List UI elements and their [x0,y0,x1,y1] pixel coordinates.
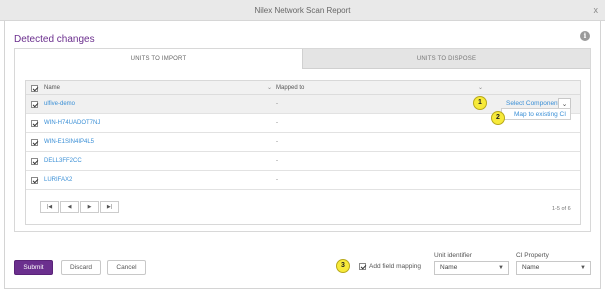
table-row[interactable]: LURIFAX2 - [26,171,580,190]
callout-badge-2: 2 [491,111,505,125]
unit-name-link[interactable]: WIN-H74UADOT7NJ [44,120,100,126]
table-row[interactable]: DELL3FF2CC - [26,152,580,171]
tab-bar: UNITS TO IMPORT UNITS TO DISPOSE [15,49,590,69]
ci-property-select[interactable]: Name ▼ [516,261,591,275]
unit-name-link[interactable]: LURIFAX2 [44,177,72,183]
ci-property-value: Name [522,264,540,271]
pager-next-button[interactable]: ▶ [80,201,99,213]
unit-identifier-select[interactable]: Name ▼ [434,261,509,275]
map-to-existing-ci-option[interactable]: Map to existing CI [501,108,571,120]
tab-units-to-dispose[interactable]: UNITS TO DISPOSE [302,49,590,69]
row-checkbox[interactable] [31,139,38,146]
mapped-to-value: - [276,139,278,145]
select-components-link[interactable]: Select Components [506,100,563,107]
row-checkbox[interactable] [31,101,38,108]
mapped-to-value: - [276,177,278,183]
unit-identifier-value: Name [440,264,458,271]
chevron-down-icon: ▼ [580,265,586,271]
row-checkbox[interactable] [31,120,38,127]
column-header-name[interactable]: Name [44,85,60,91]
tab-panel: UNITS TO IMPORT UNITS TO DISPOSE Name ⌄ … [14,48,591,232]
cancel-button[interactable]: Cancel [107,260,146,275]
page-count: 1-5 of 6 [552,206,571,212]
add-field-mapping-checkbox[interactable] [359,263,366,270]
page-title: Detected changes [14,34,95,45]
add-field-mapping-label[interactable]: Add field mapping [369,263,421,270]
mapped-to-value: - [276,101,278,107]
chevron-down-icon[interactable]: ⌄ [267,84,272,91]
info-icon[interactable]: i [580,31,590,41]
chevron-down-icon: ▼ [498,265,504,271]
unit-identifier-label: Unit identifier [434,252,472,259]
tab-units-to-import[interactable]: UNITS TO IMPORT [15,49,302,69]
submit-button[interactable]: Submit [14,260,53,275]
title-bar: Nilex Network Scan Report x [0,0,605,21]
close-icon[interactable]: x [594,5,599,15]
unit-name-link[interactable]: WIN-E1SIN4IP4L5 [44,139,94,145]
grid-header: Name ⌄ Mapped to ⌄ [26,81,580,95]
table-row[interactable]: WIN-E1SIN4IP4L5 - [26,133,580,152]
callout-badge-3: 3 [336,259,350,273]
ci-property-label: CI Property [516,252,549,259]
select-all-checkbox[interactable] [31,85,38,92]
pager-last-button[interactable]: ▶| [100,201,119,213]
callout-badge-1: 1 [473,96,487,110]
pager-prev-button[interactable]: ◀ [60,201,79,213]
mapped-to-value: - [276,158,278,164]
mapped-to-value: - [276,120,278,126]
window-title: Nilex Network Scan Report [254,6,351,15]
units-grid: Name ⌄ Mapped to ⌄ ulfive-demo - Select … [25,80,581,225]
chevron-down-icon[interactable]: ⌄ [478,84,483,91]
pager-first-button[interactable]: |◀ [40,201,59,213]
discard-button[interactable]: Discard [61,260,101,275]
row-checkbox[interactable] [31,177,38,184]
row-checkbox[interactable] [31,158,38,165]
column-header-mapped-to[interactable]: Mapped to [276,85,304,91]
unit-name-link[interactable]: ulfive-demo [44,101,75,107]
unit-name-link[interactable]: DELL3FF2CC [44,158,82,164]
